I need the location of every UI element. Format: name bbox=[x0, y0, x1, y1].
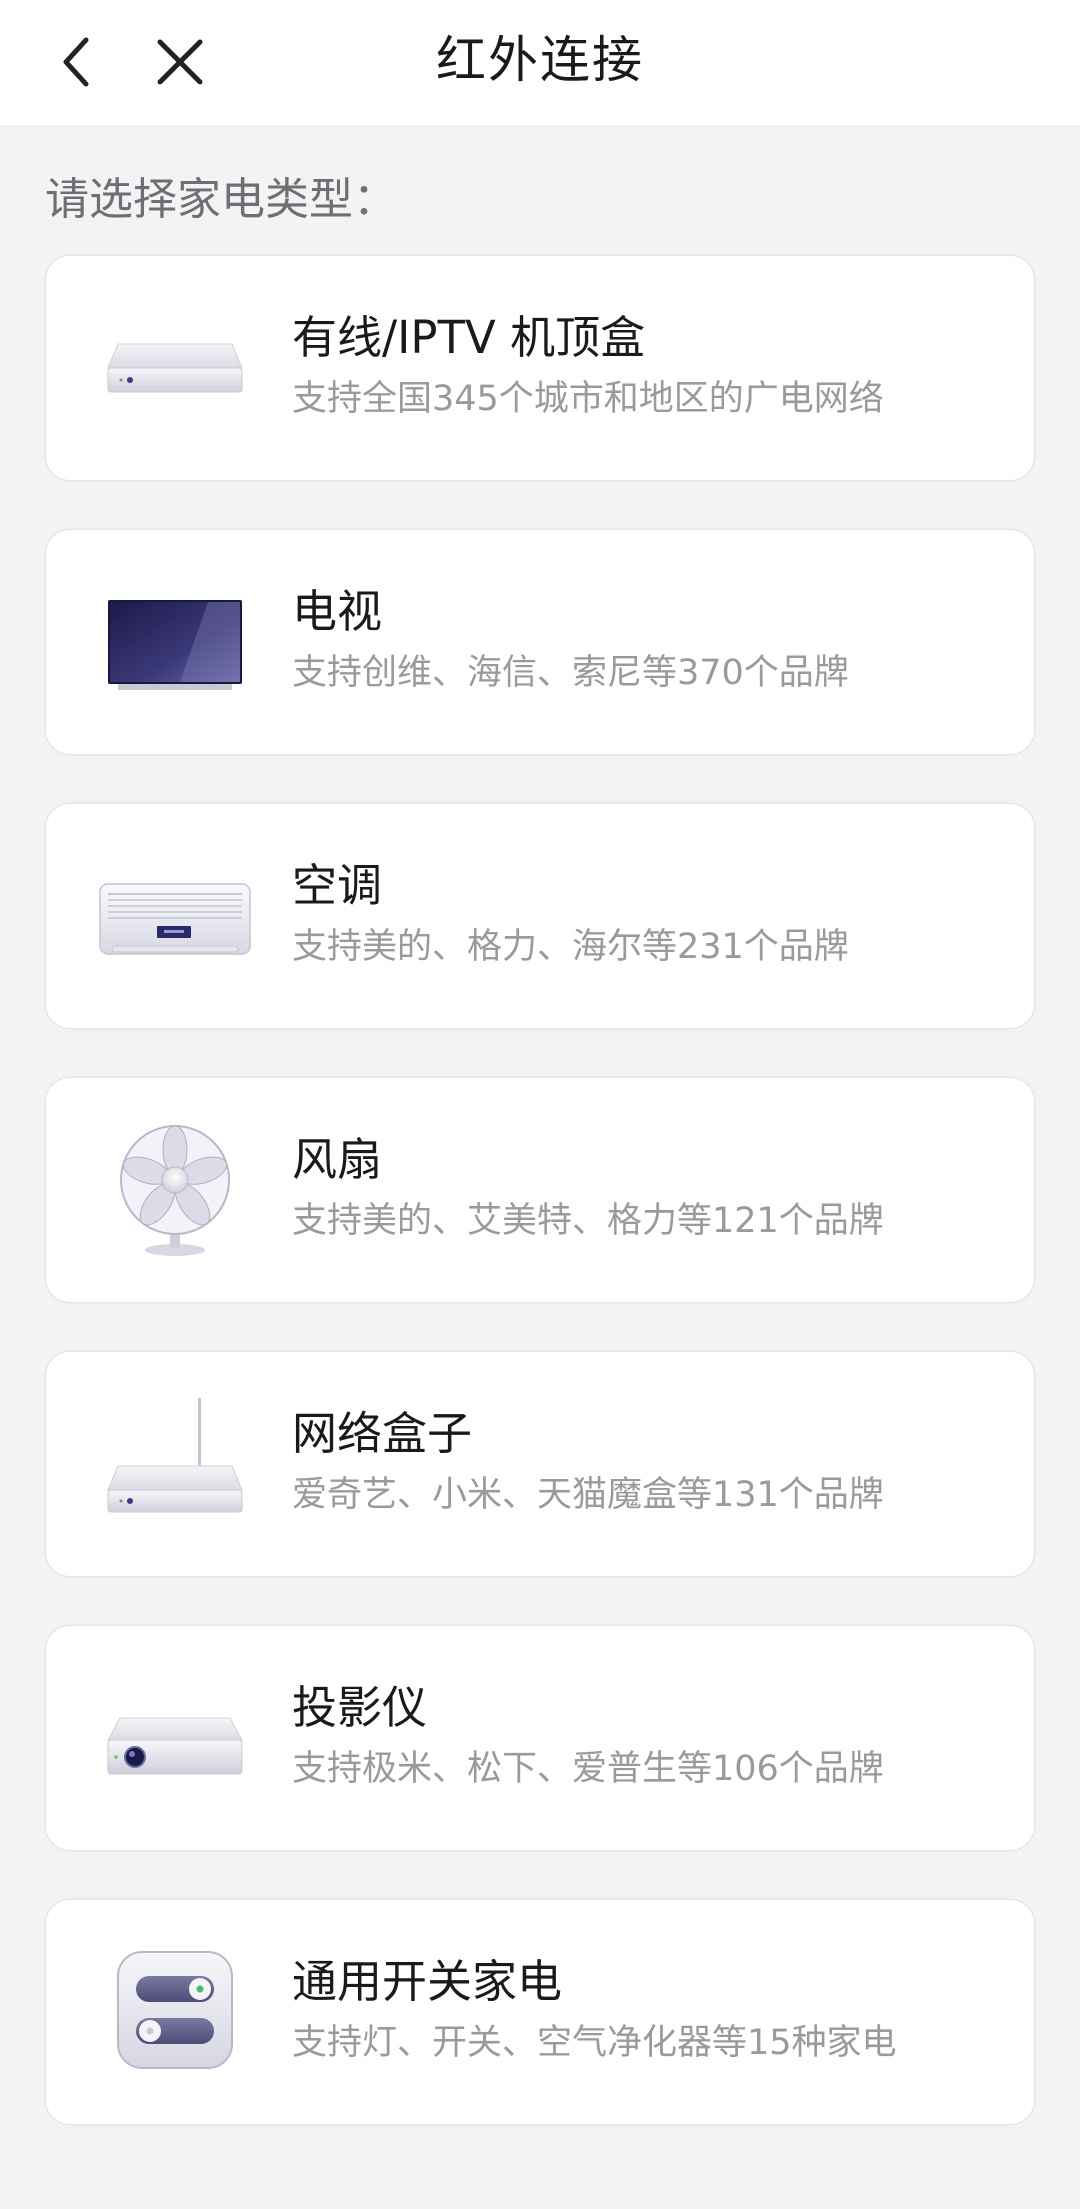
device-card-fan[interactable]: 风扇 支持美的、艾美特、格力等121个品牌 bbox=[46, 1078, 1034, 1302]
device-card-network-box[interactable]: 网络盒子 爱奇艺、小米、天猫魔盒等131个品牌 bbox=[46, 1352, 1034, 1576]
device-title: 风扇 bbox=[292, 1133, 383, 1186]
device-type-prompt: 请选择家电类型： bbox=[45, 174, 397, 225]
set-top-box-icon bbox=[107, 343, 243, 393]
device-card-air-conditioner[interactable]: 空调 支持美的、格力、海尔等231个品牌 bbox=[46, 804, 1034, 1028]
fan-icon bbox=[120, 1125, 230, 1256]
top-bar: 红外连接 bbox=[0, 0, 1080, 125]
device-subtitle: 支持美的、格力、海尔等231个品牌 bbox=[292, 927, 849, 967]
device-title: 网络盒子 bbox=[292, 1407, 473, 1460]
device-title: 有线/IPTV 机顶盒 bbox=[292, 311, 646, 364]
device-subtitle: 支持全国345个城市和地区的广电网络 bbox=[292, 379, 884, 419]
network-box-icon bbox=[107, 1398, 243, 1513]
device-title: 电视 bbox=[292, 585, 383, 638]
tv-icon bbox=[108, 600, 242, 690]
device-card-tv[interactable]: 电视 支持创维、海信、索尼等370个品牌 bbox=[46, 530, 1034, 754]
device-title: 投影仪 bbox=[292, 1681, 428, 1734]
page-title: 红外连接 bbox=[436, 31, 644, 89]
device-subtitle: 支持极米、松下、爱普生等106个品牌 bbox=[292, 1749, 884, 1789]
projector-icon bbox=[107, 1717, 243, 1775]
device-card-universal-switch[interactable]: 通用开关家电 支持灯、开关、空气净化器等15种家电 bbox=[46, 1900, 1034, 2124]
air-conditioner-icon bbox=[99, 883, 251, 955]
device-title: 通用开关家电 bbox=[292, 1955, 563, 2008]
device-subtitle: 支持创维、海信、索尼等370个品牌 bbox=[292, 653, 849, 693]
device-card-projector[interactable]: 投影仪 支持极米、松下、爱普生等106个品牌 bbox=[46, 1626, 1034, 1850]
device-card-set-top-box[interactable]: 有线/IPTV 机顶盒 支持全国345个城市和地区的广电网络 bbox=[46, 256, 1034, 480]
device-subtitle: 支持灯、开关、空气净化器等15种家电 bbox=[292, 2023, 897, 2063]
device-subtitle: 爱奇艺、小米、天猫魔盒等131个品牌 bbox=[292, 1475, 884, 1515]
device-subtitle: 支持美的、艾美特、格力等121个品牌 bbox=[292, 1201, 884, 1241]
switch-icon bbox=[117, 1951, 233, 2069]
device-title: 空调 bbox=[292, 859, 383, 912]
